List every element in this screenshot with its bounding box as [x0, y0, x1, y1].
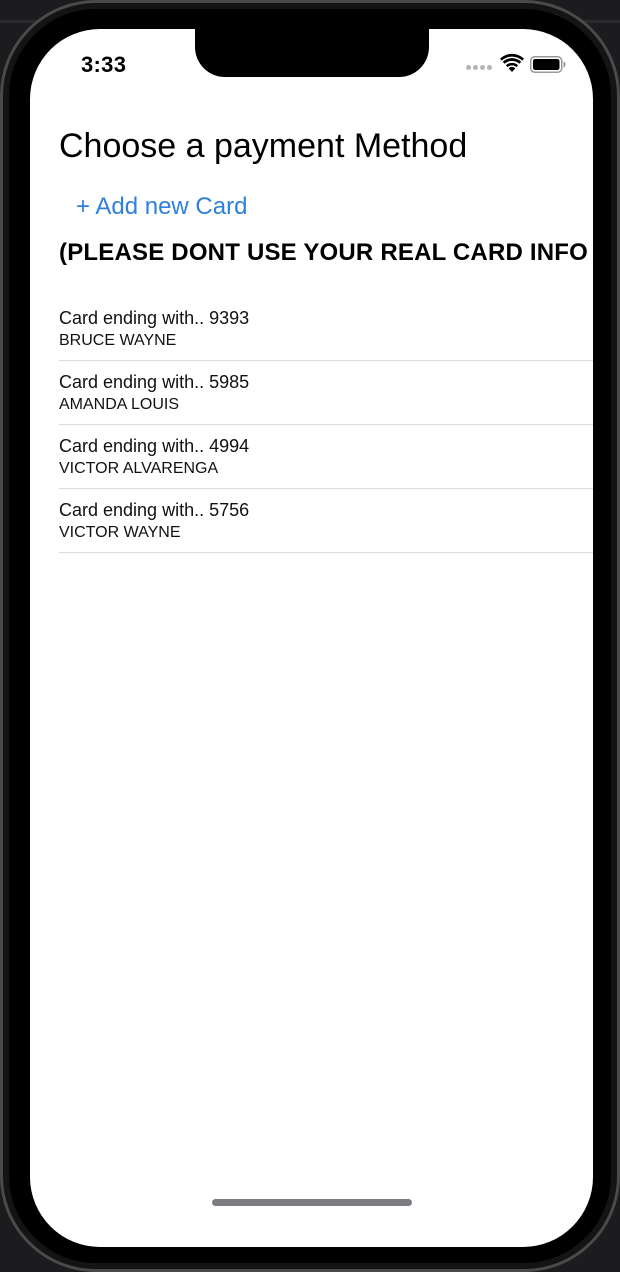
card-title: Card ending with.. 5756 — [59, 500, 250, 520]
card-title: Card ending with.. 5985 — [59, 372, 250, 392]
home-indicator[interactable] — [212, 1199, 412, 1206]
card-holder-name: VICTOR WAYNE — [59, 524, 181, 541]
card-holder-name: VICTOR ALVARENGA — [59, 460, 219, 477]
status-icons — [466, 53, 566, 77]
card-row[interactable]: Card ending with.. 5756 VICTOR WAYNE — [59, 489, 593, 553]
wifi-icon — [500, 53, 524, 72]
card-title: Card ending with.. 4994 — [59, 436, 250, 456]
add-new-card-button[interactable]: + Add new Card — [76, 193, 247, 221]
app-screen: 3:33 Choose a payment Method + Add new C… — [30, 29, 593, 1247]
status-time: 3:33 — [81, 52, 127, 77]
notch — [195, 29, 429, 77]
page-title: Choose a payment Method — [59, 127, 468, 165]
battery-icon — [530, 56, 566, 73]
card-holder-name: AMANDA LOUIS — [59, 396, 180, 413]
card-title: Card ending with.. 9393 — [59, 308, 250, 328]
card-row[interactable]: Card ending with.. 9393 BRUCE WAYNE — [59, 297, 593, 361]
card-holder-name: BRUCE WAYNE — [59, 332, 177, 349]
card-row[interactable]: Card ending with.. 5985 AMANDA LOUIS — [59, 361, 593, 425]
cellular-signal-icon — [466, 65, 492, 70]
card-row[interactable]: Card ending with.. 4994 VICTOR ALVARENGA — [59, 425, 593, 489]
card-list: Card ending with.. 9393 BRUCE WAYNE Card… — [59, 297, 593, 553]
warning-banner: (PLEASE DONT USE YOUR REAL CARD INFO — [59, 239, 589, 266]
